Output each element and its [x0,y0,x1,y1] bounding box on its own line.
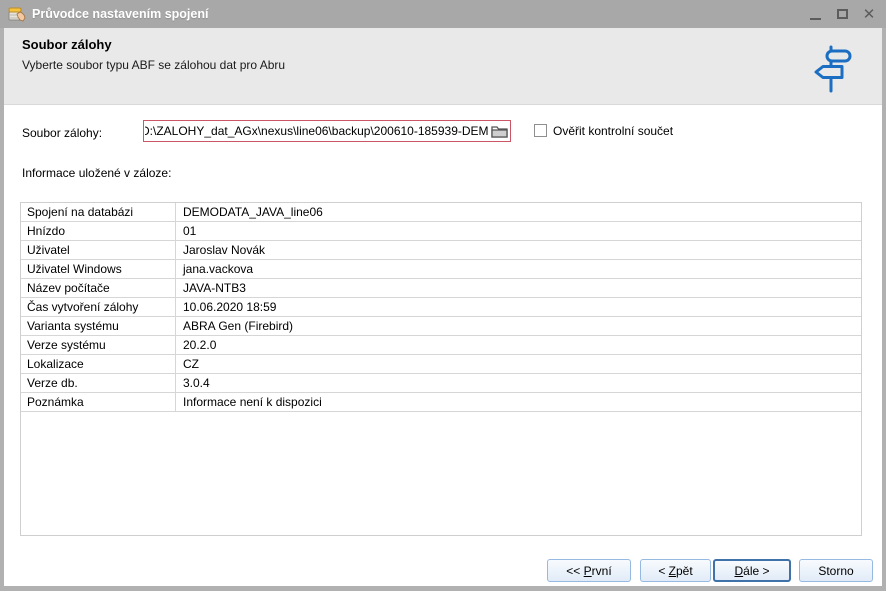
cancel-button[interactable]: Storno [799,559,873,582]
minimize-button[interactable] [806,5,824,23]
row-label: Poznámka [21,393,176,411]
row-value: 3.0.4 [176,374,861,392]
file-path-input[interactable] [144,121,490,141]
row-label: Uživatel [21,241,176,259]
row-label: Hnízdo [21,222,176,240]
table-row: Verze systému 20.2.0 [21,336,861,355]
verify-checksum-checkbox[interactable] [534,124,547,137]
page-title: Soubor zálohy [22,37,112,52]
backup-info-label: Informace uložené v záloze: [22,166,171,180]
row-label: Lokalizace [21,355,176,373]
table-row: Verze db. 3.0.4 [21,374,861,393]
maximize-icon [837,9,848,19]
table-row: Hnízdo 01 [21,222,861,241]
table-row: Název počítače JAVA-NTB3 [21,279,861,298]
row-value: 10.06.2020 18:59 [176,298,861,316]
table-row: Uživatel Windows jana.vackova [21,260,861,279]
browse-button[interactable] [489,122,509,140]
row-label: Varianta systému [21,317,176,335]
row-value: DEMODATA_JAVA_line06 [176,203,861,221]
first-button[interactable]: << První [547,559,631,582]
wizard-window: Průvodce nastavením spojení ✕ Soubor zál… [0,0,886,591]
row-value: 20.2.0 [176,336,861,354]
file-label: Soubor zálohy: [22,126,102,140]
app-icon [8,5,26,23]
folder-icon [491,124,508,138]
table-row: Varianta systému ABRA Gen (Firebird) [21,317,861,336]
table-row: Čas vytvoření zálohy 10.06.2020 18:59 [21,298,861,317]
wizard-header: Soubor zálohy Vyberte soubor typu ABF se… [4,28,882,105]
row-value: CZ [176,355,861,373]
row-value: Informace není k dispozici [176,393,861,411]
window-title: Průvodce nastavením spojení [32,7,208,21]
row-label: Název počítače [21,279,176,297]
wizard-body: Soubor zálohy Vyberte soubor typu ABF se… [4,28,882,586]
backup-info-table: Spojení na databázi DEMODATA_JAVA_line06… [20,202,862,536]
next-button[interactable]: Dále > [713,559,791,582]
file-path-field [143,120,511,142]
table-row: Lokalizace CZ [21,355,861,374]
minimize-icon [810,18,821,20]
row-label: Spojení na databázi [21,203,176,221]
close-icon: ✕ [863,7,876,22]
table-row: Spojení na databázi DEMODATA_JAVA_line06 [21,203,861,222]
row-value: Jaroslav Novák [176,241,861,259]
row-label: Verze systému [21,336,176,354]
row-value: jana.vackova [176,260,861,278]
close-button[interactable]: ✕ [860,5,878,23]
row-value: 01 [176,222,861,240]
signpost-icon [812,44,854,94]
row-label: Verze db. [21,374,176,392]
verify-checksum-label[interactable]: Ověřit kontrolní součet [553,124,673,138]
maximize-button[interactable] [833,5,851,23]
row-value: ABRA Gen (Firebird) [176,317,861,335]
row-label: Čas vytvoření zálohy [21,298,176,316]
row-value: JAVA-NTB3 [176,279,861,297]
back-button[interactable]: < Zpět [640,559,711,582]
titlebar: Průvodce nastavením spojení ✕ [0,0,886,28]
table-row: Uživatel Jaroslav Novák [21,241,861,260]
row-label: Uživatel Windows [21,260,176,278]
page-subtitle: Vyberte soubor typu ABF se zálohou dat p… [22,58,285,72]
table-row: Poznámka Informace není k dispozici [21,393,861,412]
